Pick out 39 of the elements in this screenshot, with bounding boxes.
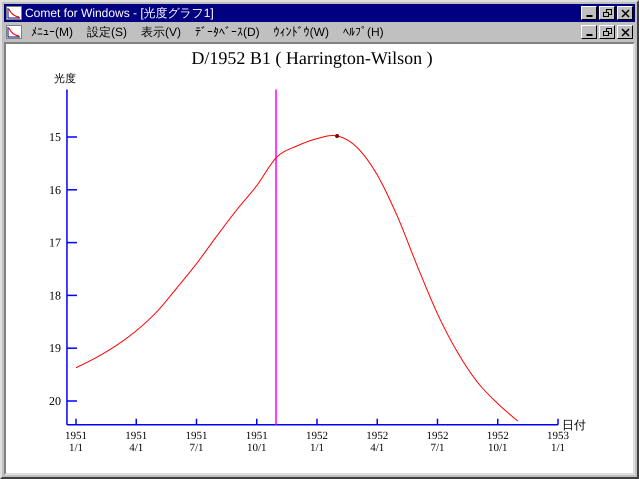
tick-label: 1951 7/1 <box>186 430 208 454</box>
minimize-button[interactable] <box>581 25 597 39</box>
tick-label: 1952 10/1 <box>486 430 509 454</box>
menu-item[interactable]: ﾃﾞｰﾀﾍﾞｰｽ(D) <box>189 23 266 41</box>
tick-label: 19 <box>48 341 61 356</box>
menu-item[interactable]: ｳｨﾝﾄﾞｳ(W) <box>268 23 335 41</box>
tick-label: 1952 4/1 <box>366 430 388 454</box>
tick-label: 1953 1/1 <box>547 430 569 454</box>
window-title: Comet for Windows - [光度グラフ1] <box>25 5 215 22</box>
tick-label: 1952 7/1 <box>426 430 448 454</box>
close-button[interactable] <box>617 6 633 20</box>
menu-item[interactable]: ﾒﾆｭｰ(M) <box>25 23 79 41</box>
minimize-icon <box>586 15 592 17</box>
close-icon <box>620 28 630 36</box>
tick-label: 17 <box>48 236 61 250</box>
menu-item[interactable]: ﾍﾙﾌﾟ(H) <box>337 23 390 41</box>
menu-item[interactable]: 表示(V) <box>135 23 187 41</box>
graph-icon[interactable] <box>6 25 22 39</box>
close-button[interactable] <box>617 25 633 39</box>
tick-label: 1951 10/1 <box>246 430 268 454</box>
restore-icon <box>602 28 612 36</box>
minimize-icon <box>586 34 592 36</box>
axis-label: 光度 <box>54 73 76 85</box>
tick-label: 16 <box>48 182 61 197</box>
restore-icon <box>602 8 612 18</box>
tick-label: 1952 1/1 <box>306 430 328 454</box>
tick-label: 1951 4/1 <box>125 430 148 454</box>
minimize-button[interactable] <box>581 6 597 20</box>
tick-label: 15 <box>48 130 61 144</box>
restore-button[interactable] <box>599 6 615 20</box>
chart-title: D/1952 B1 ( Harrington-Wilson ) <box>191 48 433 68</box>
axis-label: 日付 <box>562 418 586 432</box>
tick-label: 18 <box>48 288 61 302</box>
restore-button[interactable] <box>599 25 615 39</box>
menu-item[interactable]: 設定(S) <box>81 23 133 41</box>
peak-point <box>335 134 340 138</box>
tick-label: 1951 1/1 <box>65 430 87 454</box>
tick-label: 20 <box>48 394 61 408</box>
close-icon <box>620 8 630 18</box>
